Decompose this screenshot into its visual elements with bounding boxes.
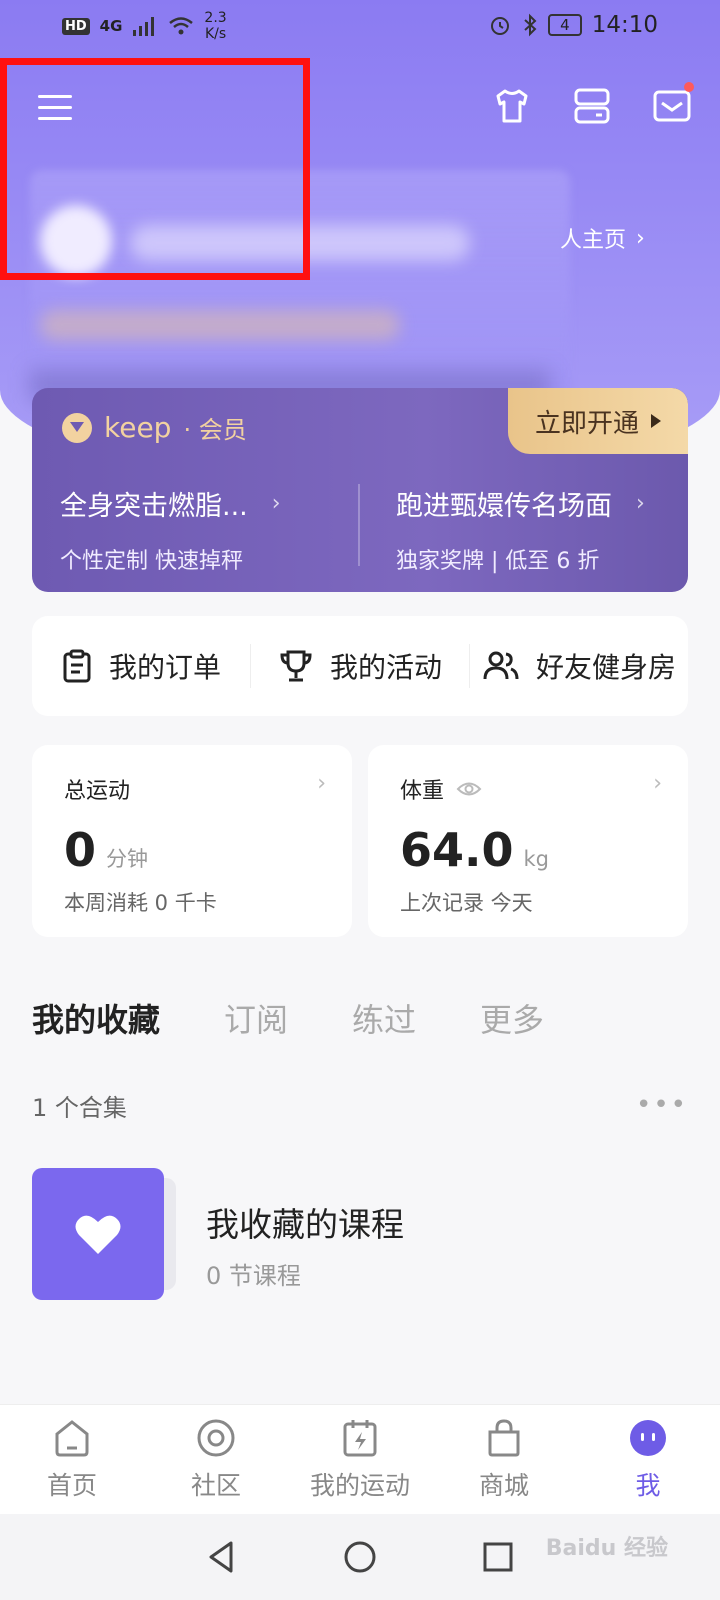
unit-label: 分钟 [106,847,149,871]
chevron-right-icon: › [636,225,645,251]
weekly-calories: 本周消耗 0 千卡 [64,891,217,915]
trophy-icon [280,650,312,682]
play-arrow-icon [651,414,661,428]
collection-count: 1 个合集 [32,1094,127,1122]
homepage-link-label: 人主页 [560,228,627,253]
my-activities-link[interactable]: 我的活动 [251,646,469,686]
quick-links: 我的订单 我的活动 好友健身房 [32,616,688,716]
tab-more[interactable]: 更多 [480,995,544,1041]
watermark: Baidu 经验 [545,1536,668,1561]
user-level-blurred [40,310,400,340]
weight-value: 64.0 [400,823,514,877]
alarm-icon [491,17,510,35]
weight-card[interactable]: 体重 › 64.0 kg 上次记录 今天 [368,745,688,937]
battery-indicator: 4 [548,14,582,36]
exercise-minutes: 0 [64,823,97,877]
divider [358,484,360,566]
my-orders-link[interactable]: 我的订单 [32,646,250,686]
recents-icon[interactable] [481,1540,515,1574]
home-circle-icon[interactable] [343,1540,377,1574]
chevron-right-icon: › [636,491,645,516]
total-exercise-card[interactable]: 总运动 › 0 分钟 本周消耗 0 千卡 [32,745,352,937]
tshirt-icon[interactable] [492,86,532,126]
collection-tabs: 我的收藏 订阅 练过 更多 [32,995,544,1041]
bottom-navigation: 首页 社区 我的运动 商城 我 [0,1404,720,1514]
nav-community[interactable]: 社区 [146,1418,286,1502]
chevron-right-icon: › [653,771,662,796]
device-icon[interactable] [572,86,612,126]
vip-promo-1[interactable]: 全身突击燃脂... › 个性定制 快速掉秤 [60,484,281,575]
tab-favorites[interactable]: 我的收藏 [32,995,160,1041]
status-bar: HD 4G 2.3 K/s 4 14:10 [0,0,720,52]
nav-me[interactable]: 我 [578,1418,718,1502]
friends-icon [483,651,519,680]
activate-vip-button[interactable]: 立即开通 [508,388,688,454]
card-title: 体重 [400,779,445,804]
keep-vip-logo: keep · 会员 [62,410,247,445]
wifi-icon [169,17,194,35]
tab-practiced[interactable]: 练过 [352,995,416,1041]
heart-icon [75,1215,121,1254]
vip-membership-card[interactable]: keep · 会员 立即开通 全身突击燃脂... › 个性定制 快速掉秤 跑进甄嬛… [32,388,688,592]
back-icon[interactable] [205,1540,239,1574]
card-title: 总运动 [64,779,131,804]
chevron-right-icon: › [271,491,281,516]
unit-label: kg [523,847,550,871]
personal-homepage-link[interactable]: 人主页 › [560,222,645,254]
collection-thumbnail [32,1168,164,1300]
me-face-icon [630,1419,666,1456]
chevron-right-icon: › [317,771,326,796]
network-speed: 2.3 K/s [204,10,227,42]
tab-subscriptions[interactable]: 订阅 [224,995,288,1041]
more-options-icon[interactable]: ••• [636,1090,688,1120]
friends-gym-label: 好友健身房 [535,651,676,684]
bag-icon [488,1418,520,1456]
vip-badge-icon [62,412,92,443]
my-orders-label: 我的订单 [108,651,221,684]
collection-course-count: 0 节课程 [206,1262,301,1290]
message-icon[interactable] [652,82,694,126]
calendar-bolt-icon [343,1419,377,1456]
collection-title: 我收藏的课程 [206,1205,404,1244]
collection-item[interactable]: 我收藏的课程 0 节课程 [32,1168,688,1300]
vip-promo-2[interactable]: 跑进甄嬛传名场面 › 独家奖牌 | 低至 6 折 [396,484,645,575]
red-highlight-annotation [0,58,310,280]
hd-indicator: HD [62,17,90,35]
eye-icon[interactable] [456,780,482,798]
my-activities-label: 我的活动 [329,651,442,684]
nav-mall[interactable]: 商城 [434,1418,574,1502]
clipboard-icon [63,649,91,683]
notification-dot [684,82,694,92]
network-indicator: 4G [99,17,123,35]
bluetooth-icon [524,13,537,37]
nav-home[interactable]: 首页 [2,1418,142,1502]
friends-gym-link[interactable]: 好友健身房 [470,646,688,686]
nav-my-exercise[interactable]: 我的运动 [290,1418,430,1502]
community-icon [197,1419,235,1456]
home-icon [55,1419,89,1456]
signal-icon [133,17,155,36]
clock: 14:10 [591,12,658,38]
last-record: 上次记录 今天 [400,891,533,915]
